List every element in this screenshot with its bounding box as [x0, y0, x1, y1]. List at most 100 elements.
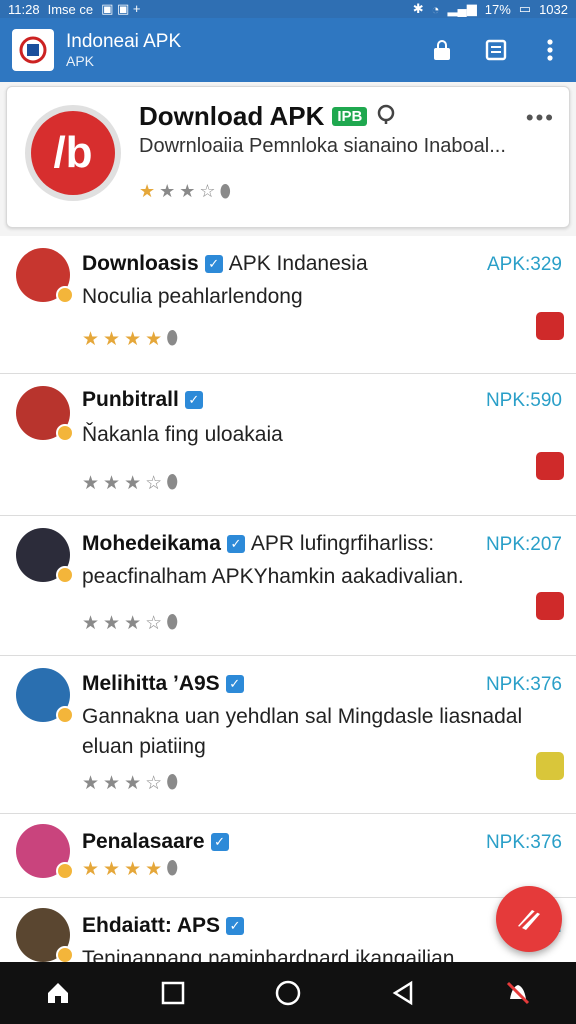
- star-icon: ★: [145, 859, 163, 880]
- shield-icon: ⬮: [166, 328, 179, 349]
- bluetooth-icon: ✱: [412, 1, 424, 16]
- list-item[interactable]: Downloasis ✓ APK Indanesia APK:329 Noculia p…: [0, 236, 576, 374]
- avatar: [16, 528, 74, 584]
- header-card[interactable]: /b Download APK IPB Dowrnloaiia Pemnloka…: [6, 86, 570, 228]
- star-icon: ★: [124, 773, 142, 794]
- item-description: Noculia peahlarlendong: [82, 285, 303, 308]
- list-item[interactable]: Punbitrall ✓ NPK:590 Ňakanla fing uloakaia ★…: [0, 374, 576, 516]
- item-extra: APR lufingrfiharliss:: [250, 532, 435, 555]
- status-bar: 11:28 Imse ce ▣ ▣ + ✱ ◔ ▂▄▆ 17% ▭ 1032: [0, 0, 576, 18]
- header-subtitle: Dowrnloaiia Pemnloka sianaino Inaboal...: [139, 135, 506, 157]
- star-outline-icon: ☆: [145, 613, 163, 634]
- signal-icon: ▂▄▆: [447, 1, 477, 16]
- status-text: Imse ce: [47, 1, 94, 17]
- item-count: NPK:590: [485, 390, 562, 411]
- more-horiz-icon[interactable]: •••: [526, 105, 555, 131]
- app-list: Downloasis ✓ APK Indanesia APK:329 Noculia p…: [0, 236, 576, 962]
- list-item[interactable]: Melihitta ’A9S ✓ NPK:376 Gannakna uan yehdl…: [0, 656, 576, 814]
- list-item[interactable]: Ehdaiatt: APS✓NTeninannang naminhardnard…: [0, 898, 576, 962]
- avatar-badge-icon: [56, 566, 74, 584]
- badge-icon[interactable]: [536, 452, 564, 480]
- star-icon: ★: [145, 329, 163, 350]
- item-name: Melihitta ’A9S: [82, 672, 220, 695]
- star-icon: ★: [124, 859, 142, 880]
- circle-home-icon[interactable]: [266, 971, 310, 1015]
- header-rating: ★ ★ ★ ☆ ⬮: [139, 181, 231, 202]
- wifi-icon: ◔: [431, 1, 440, 17]
- star-outline-icon: ☆: [145, 773, 163, 794]
- app-big-logo: /b: [25, 105, 121, 201]
- avatar-badge-icon: [56, 706, 74, 724]
- no-notifications-icon[interactable]: [496, 971, 540, 1015]
- navigation-bar: [0, 962, 576, 1024]
- star-icon: ★: [179, 181, 196, 201]
- battery-icon: ▭: [518, 1, 532, 16]
- app-logo: [12, 29, 54, 71]
- item-description: Teninannang naminhardnard ikangailian.: [82, 947, 461, 962]
- item-name: Penalasaare: [82, 830, 205, 853]
- document-icon[interactable]: [482, 36, 510, 64]
- item-name: Downloasis: [82, 252, 199, 275]
- item-rating: ★ ★ ★ ★ ⬮: [82, 328, 178, 351]
- app-bar: Indoneai APK APK: [0, 18, 576, 82]
- avatar: [16, 908, 74, 962]
- item-count: APK:329: [487, 254, 562, 275]
- star-icon: ★: [103, 473, 121, 494]
- verified-icon: ✓: [210, 833, 229, 851]
- item-count: NPK:376: [485, 832, 562, 853]
- shield-icon: ⬮: [166, 612, 179, 633]
- star-outline-icon: ☆: [199, 181, 216, 201]
- star-icon: ★: [139, 181, 156, 201]
- star-icon: ★: [82, 473, 100, 494]
- item-description: Ňakanla fing uloakaia: [82, 423, 283, 446]
- item-name: Mohedeikama: [82, 532, 221, 555]
- more-vert-icon[interactable]: [536, 36, 564, 64]
- list-item[interactable]: Penalasaare ✓ NPK:376 ★ ★ ★ ★ ⬮: [0, 814, 576, 898]
- avatar-badge-icon: [56, 946, 74, 962]
- badge-icon[interactable]: [536, 312, 564, 340]
- item-rating: ★ ★ ★ ☆ ⬮: [82, 612, 178, 635]
- item-name: Punbitrall: [82, 388, 179, 411]
- star-icon: ★: [82, 773, 100, 794]
- status-extra: 1032: [539, 1, 568, 17]
- app-subtitle: APK: [66, 53, 95, 69]
- item-description: Gannakna uan yehdlan sal Mingdasle liasn…: [82, 705, 523, 758]
- battery-percent: 17%: [484, 1, 511, 17]
- fab-button[interactable]: [496, 886, 562, 952]
- verified-icon: ✓: [226, 535, 245, 553]
- shield-icon: ⬮: [166, 772, 179, 793]
- item-count: NPK:376: [485, 674, 562, 695]
- star-icon: ★: [124, 329, 142, 350]
- badge-icon[interactable]: [536, 752, 564, 780]
- star-icon: ★: [103, 613, 121, 634]
- verified-icon: ✓: [225, 675, 244, 693]
- verified-icon: ✓: [184, 391, 203, 409]
- star-icon: ★: [103, 329, 121, 350]
- home-icon[interactable]: [36, 971, 80, 1015]
- star-icon: ★: [124, 473, 142, 494]
- star-outline-icon: ☆: [145, 473, 163, 494]
- search-icon[interactable]: [375, 102, 399, 131]
- star-icon: ★: [82, 859, 100, 880]
- badge-icon[interactable]: [536, 592, 564, 620]
- back-icon[interactable]: [381, 971, 425, 1015]
- avatar: [16, 668, 74, 724]
- star-icon: ★: [159, 181, 176, 201]
- item-count: NPK:207: [485, 534, 562, 555]
- item-name: Ehdaiatt: APS: [82, 914, 221, 937]
- verified-icon: ✓: [226, 917, 245, 935]
- star-icon: ★: [103, 773, 121, 794]
- status-time: 11:28: [8, 1, 40, 17]
- shield-icon: ⬮: [166, 858, 179, 879]
- avatar: [16, 248, 74, 304]
- avatar: [16, 824, 74, 880]
- shield-icon: ⬮: [166, 472, 179, 493]
- header-badge: IPB: [332, 107, 368, 126]
- lock-icon[interactable]: [428, 36, 456, 64]
- verified-icon: ✓: [204, 255, 223, 273]
- star-icon: ★: [124, 613, 142, 634]
- recents-icon[interactable]: [151, 971, 195, 1015]
- avatar-badge-icon: [56, 286, 74, 304]
- notification-icon: ▣ ▣ +: [101, 1, 141, 16]
- list-item[interactable]: Mohedeikama ✓ APR lufingrfiharliss: NPK:207…: [0, 516, 576, 656]
